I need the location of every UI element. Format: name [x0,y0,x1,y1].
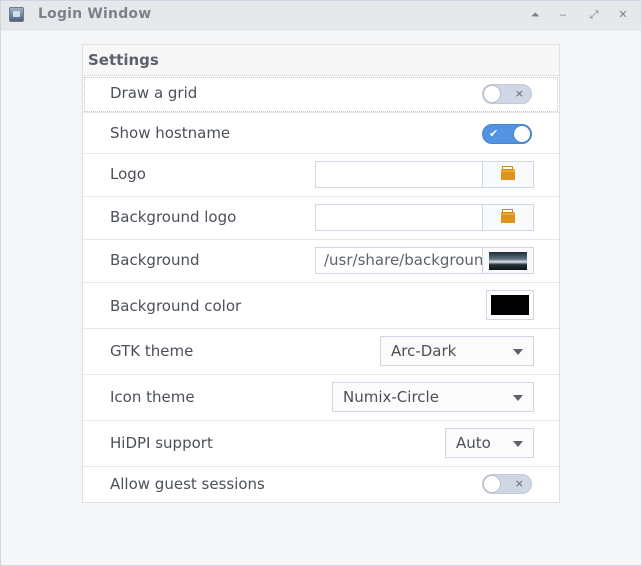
check-icon: ✔ [489,127,499,140]
color-swatch [491,295,529,315]
background-color-label: Background color [110,297,242,315]
row-logo: Logo [83,154,559,197]
background-logo-path-input[interactable] [315,204,483,231]
logo-label: Logo [110,165,146,183]
row-hidpi: HiDPI support Auto [83,421,559,467]
folder-icon [501,166,515,180]
switch-knob [513,125,531,143]
background-path-input[interactable]: /usr/share/backgroun [315,247,483,274]
row-show-hostname: Show hostname ✔ [83,113,559,154]
show-hostname-label: Show hostname [110,124,231,142]
icon-theme-value: Numix-Circle [343,388,439,406]
draw-grid-switch[interactable]: × [482,84,532,104]
hidpi-value: Auto [456,434,491,452]
restore-icon[interactable]: ⤢ [586,7,602,23]
switch-knob [483,85,501,103]
logo-browse-button[interactable] [482,161,534,188]
row-background-logo: Background logo [83,197,559,240]
icon-theme-label: Icon theme [110,388,195,406]
folder-icon [501,209,515,223]
upload-icon[interactable]: ⏶ [527,7,543,23]
background-logo-browse-button[interactable] [482,204,534,231]
minimize-icon[interactable]: ‒ [555,7,571,23]
guest-sessions-switch[interactable]: × [482,474,532,494]
row-gtk-theme: GTK theme Arc-Dark [83,329,559,375]
row-guest-sessions: Allow guest sessions × [83,467,559,502]
background-label: Background [110,251,200,269]
hidpi-label: HiDPI support [110,434,213,452]
settings-title: Settings [88,51,159,69]
row-background-color: Background color [83,283,559,329]
hidpi-dropdown[interactable]: Auto [445,428,534,458]
dropdown-arrow-icon [513,441,523,447]
switch-off-icon: × [514,87,524,100]
background-thumbnail [489,252,527,270]
logo-path-input[interactable] [315,161,483,188]
window-title: Login Window [38,6,152,22]
settings-panel: Settings Draw a grid × Show hostname ✔ L… [82,44,560,503]
background-browse-button[interactable] [482,247,534,274]
guest-sessions-label: Allow guest sessions [110,475,265,493]
title-bar[interactable]: Login Window ⏶ ‒ ⤢ ✕ [1,1,641,30]
row-draw-grid[interactable]: Draw a grid × [83,76,559,113]
switch-off-icon: × [514,477,524,490]
switch-knob [483,475,501,493]
settings-header: Settings [83,45,559,76]
row-icon-theme: Icon theme Numix-Circle [83,375,559,421]
background-logo-label: Background logo [110,208,237,226]
close-icon[interactable]: ✕ [615,7,631,23]
gtk-theme-label: GTK theme [110,342,194,360]
background-color-button[interactable] [486,290,534,320]
icon-theme-dropdown[interactable]: Numix-Circle [332,382,534,412]
draw-grid-label: Draw a grid [110,84,198,102]
gtk-theme-value: Arc-Dark [391,342,457,360]
dropdown-arrow-icon [513,349,523,355]
dropdown-arrow-icon [513,395,523,401]
app-icon [9,7,24,22]
row-background: Background /usr/share/backgroun [83,240,559,283]
show-hostname-switch[interactable]: ✔ [482,124,532,144]
login-window: Login Window ⏶ ‒ ⤢ ✕ Settings Draw a gri… [0,0,642,566]
gtk-theme-dropdown[interactable]: Arc-Dark [380,336,534,366]
